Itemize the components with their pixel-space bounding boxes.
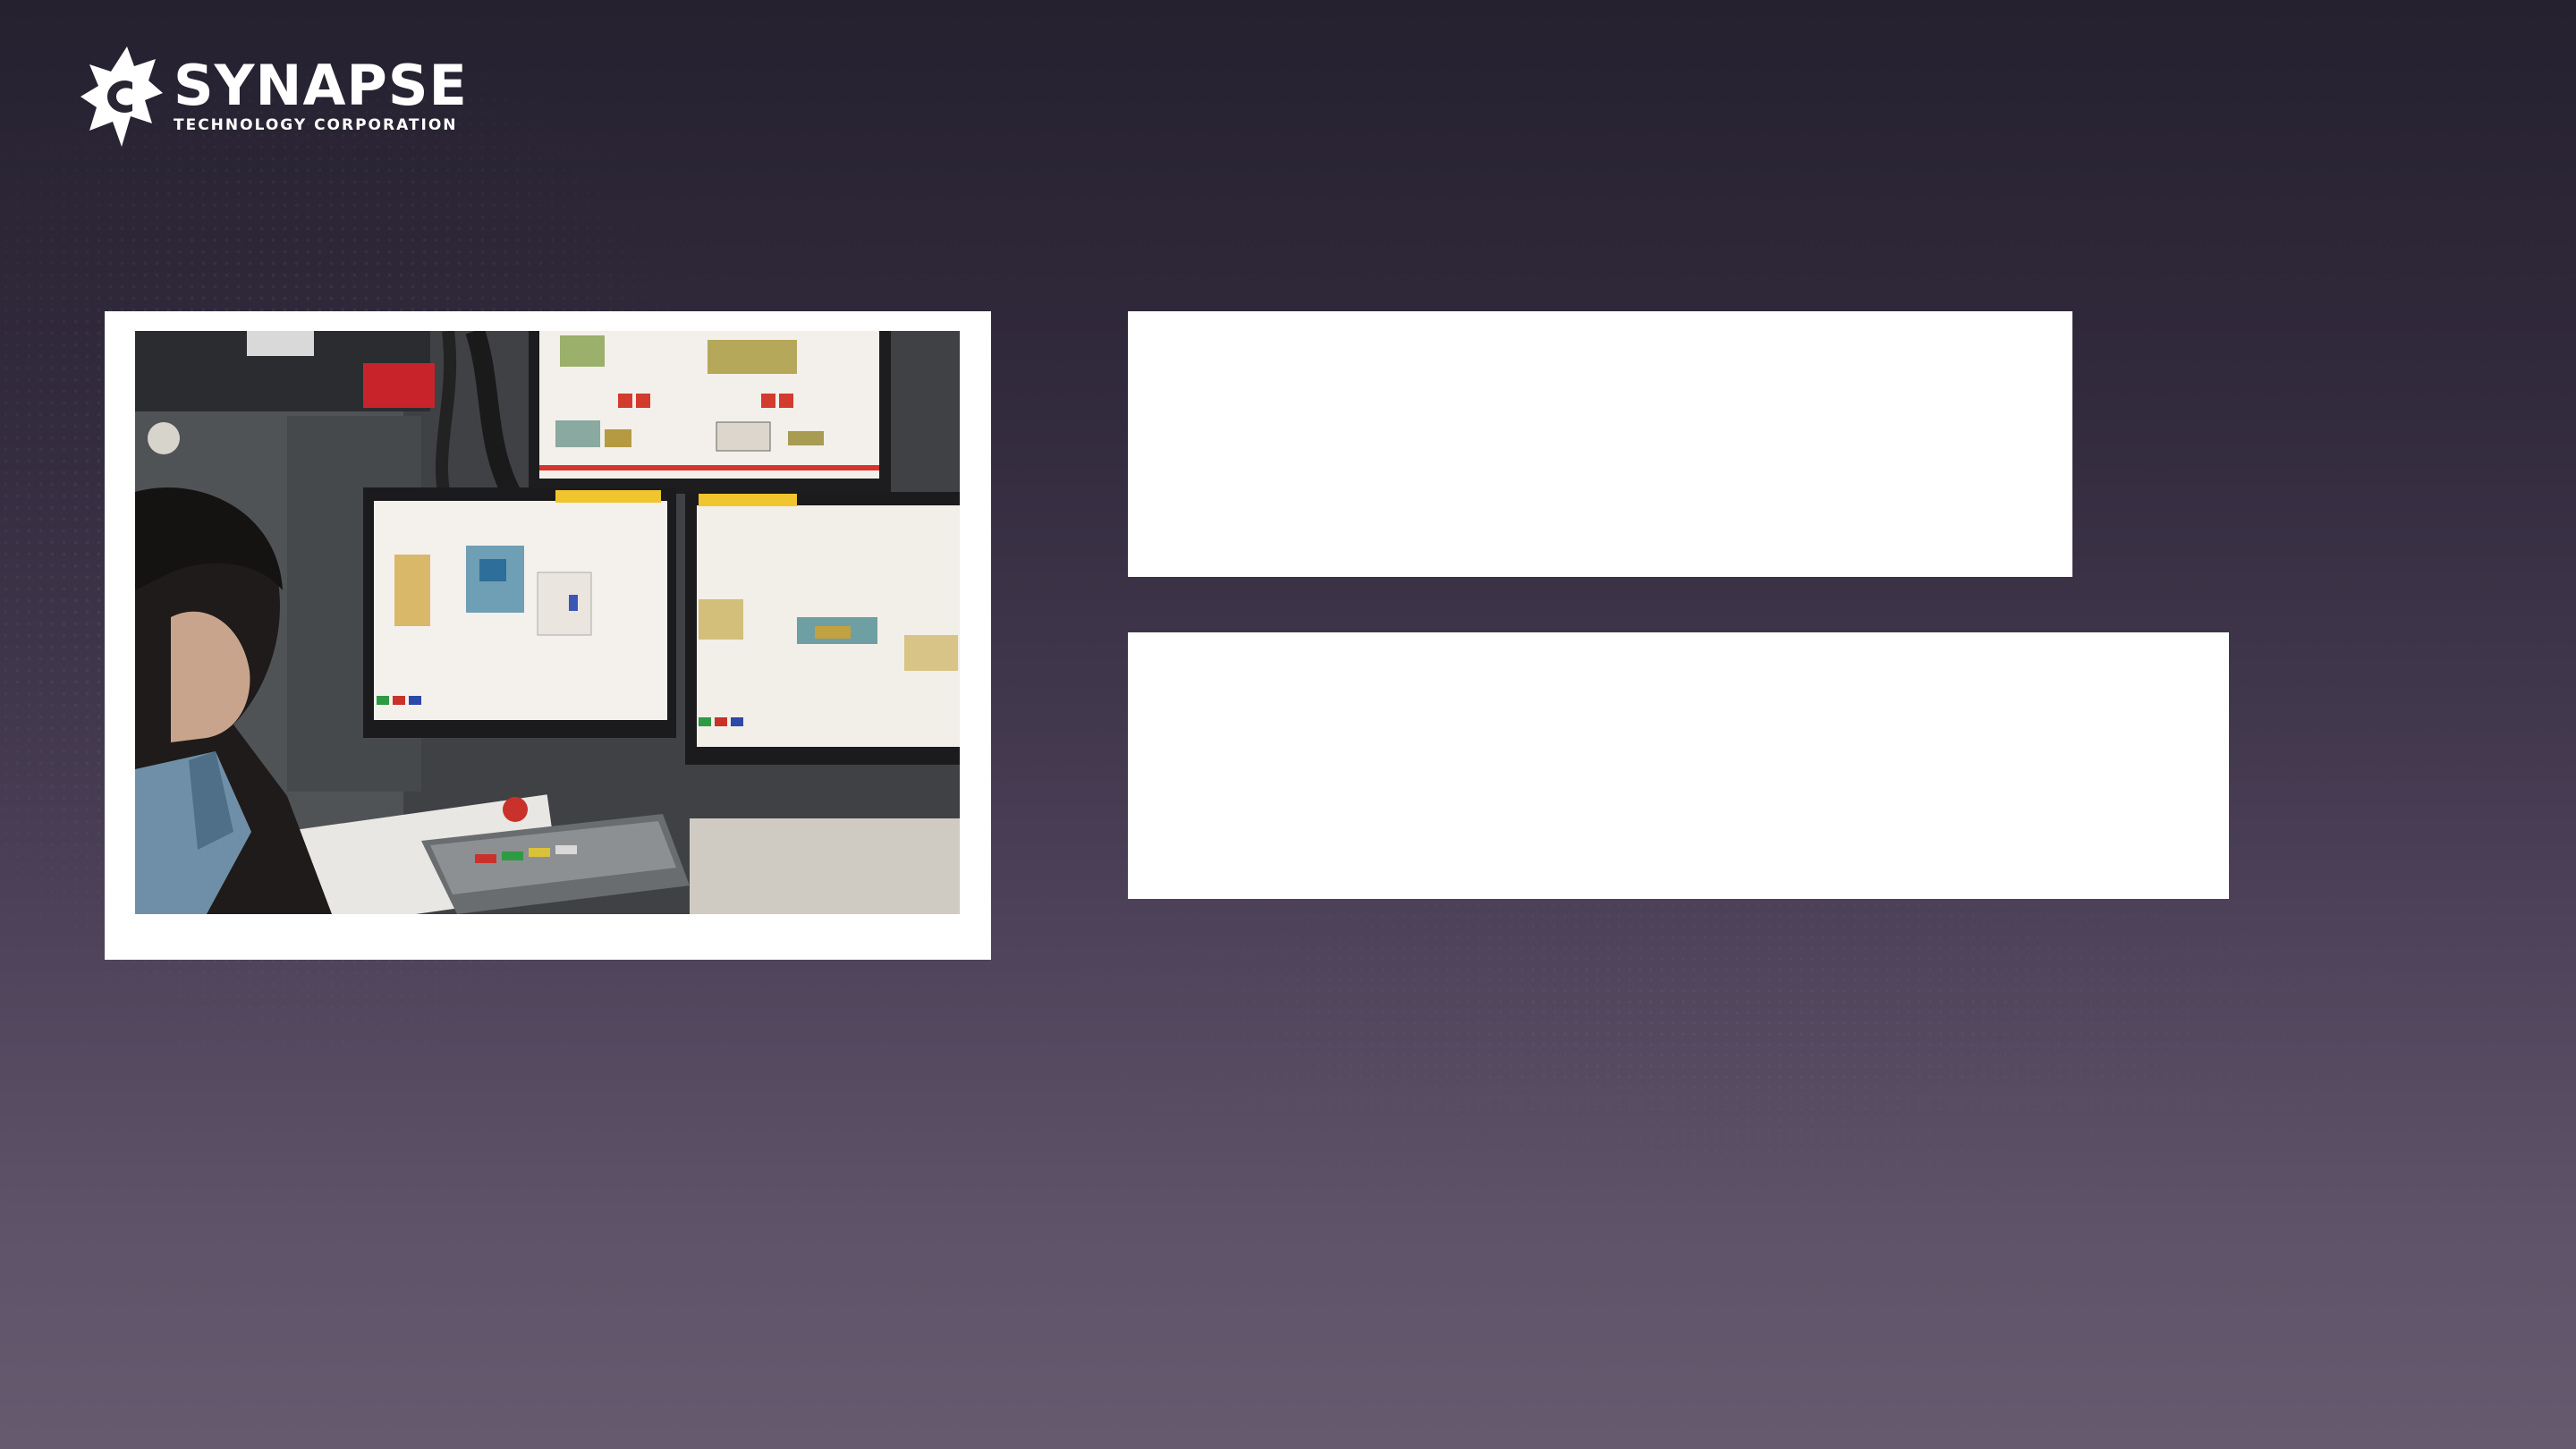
xray-screening-photo: [135, 331, 960, 914]
content-panel-top: [1128, 311, 2072, 577]
photo-frame: [105, 311, 991, 960]
brand-subtitle: TECHNOLOGY CORPORATION: [174, 116, 458, 134]
synapse-logo-icon: [80, 47, 163, 147]
brand-logo: SYNAPSE TECHNOLOGY CORPORATION: [80, 47, 468, 147]
content-panel-bottom: [1128, 632, 2229, 899]
brand-name: SYNAPSE: [174, 53, 468, 118]
